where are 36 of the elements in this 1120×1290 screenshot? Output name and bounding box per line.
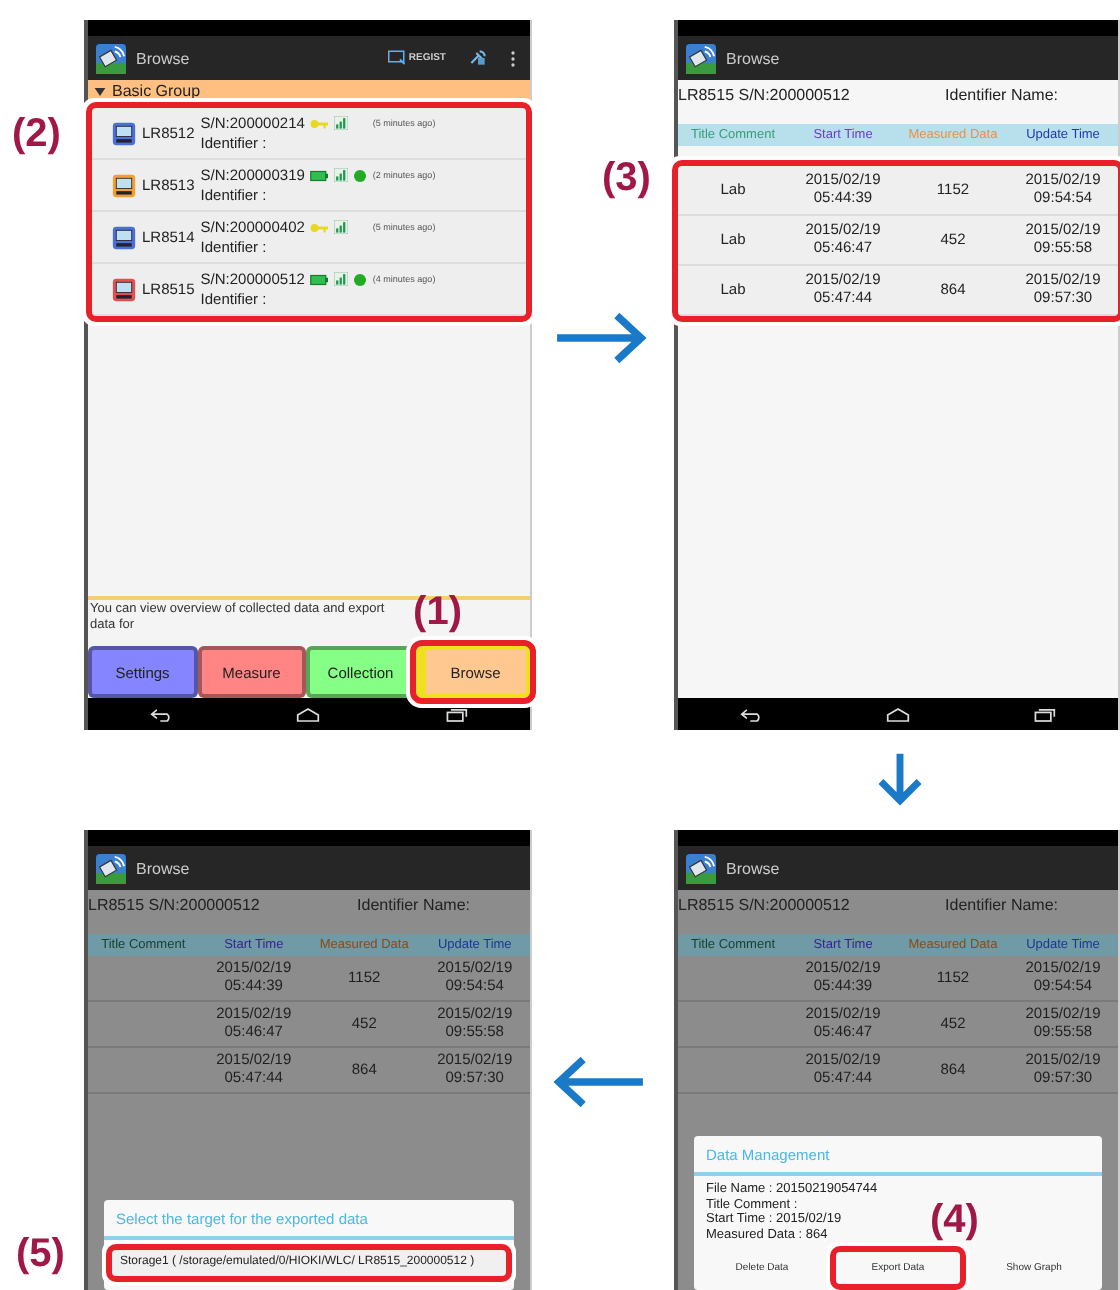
caret-icon <box>94 87 106 95</box>
back-icon[interactable] <box>149 707 174 721</box>
device-serial: LR8515 S/N:200000512 <box>678 86 850 104</box>
device-serial: LR8515 S/N:200000512 <box>88 896 260 914</box>
monitor-icon <box>388 50 407 66</box>
step-label: (4) <box>930 1200 979 1240</box>
app-title: Browse <box>726 49 782 67</box>
device-serial: LR8515 S/N:200000512 <box>678 896 850 914</box>
signal-icon <box>334 220 349 234</box>
recent-apps-icon[interactable] <box>1032 707 1057 721</box>
app-logo-icon <box>96 853 126 883</box>
identifier-name-label: Identifier Name: <box>945 896 1058 914</box>
app-logo-icon <box>686 853 716 883</box>
app-title: Browse <box>136 49 192 67</box>
group-header[interactable]: Basic Group <box>88 80 530 102</box>
home-icon[interactable] <box>296 707 321 721</box>
recent-apps-icon[interactable] <box>444 707 469 721</box>
arrow-icon <box>552 310 648 366</box>
app-title: Browse <box>726 859 782 877</box>
arrow-icon <box>552 1054 648 1110</box>
step-label: (3) <box>602 158 651 198</box>
app-logo-icon <box>686 43 716 73</box>
step-label: (5) <box>16 1233 65 1273</box>
home-icon[interactable] <box>885 707 910 721</box>
signal-icon <box>334 116 349 130</box>
step-label: (2) <box>12 114 61 154</box>
app-logo-icon <box>96 43 126 73</box>
arrow-icon <box>874 750 926 806</box>
back-icon[interactable] <box>739 707 764 721</box>
app-title: Browse <box>136 859 192 877</box>
menu-icon[interactable] <box>510 49 516 67</box>
identifier-name-label: Identifier Name: <box>357 896 470 914</box>
identifier-name-label: Identifier Name: <box>945 86 1058 104</box>
signal-icon <box>334 168 349 182</box>
signal-icon <box>334 272 349 286</box>
step-label: (1) <box>413 592 462 632</box>
